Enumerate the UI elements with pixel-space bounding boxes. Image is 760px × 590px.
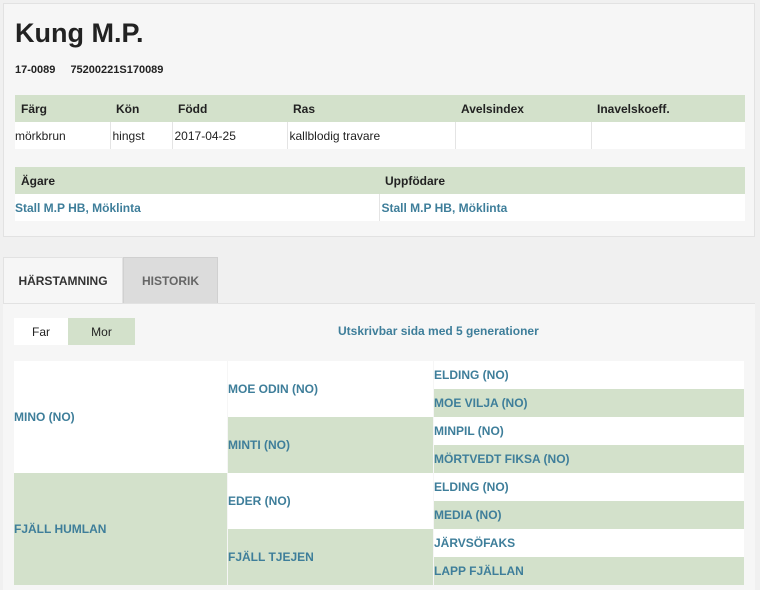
pedigree-dam-dam[interactable]: FJÄLL TJEJEN [228,529,433,585]
value-kon: hingst [110,122,173,149]
header-fodd: Född [172,95,287,122]
value-ras: kallblodig travare [287,122,456,149]
owner-table: Ägare Uppfödare Stall M.P HB, Möklinta S… [15,167,745,221]
pedigree-dam[interactable]: FJÄLL HUMLAN [14,473,227,585]
details-table: Färg Kön Född Ras Avelsindex Inavelskoef… [15,95,745,149]
pedigree-panel: Far Mor Utskrivbar sida med 5 generation… [3,303,755,590]
pedigree-gen3-8[interactable]: LAPP FJÄLLAN [434,557,744,585]
print-page-link[interactable]: Utskrivbar sida med 5 generationer [338,324,539,338]
horse-info-card: Kung M.P. 17-0089 75200221S170089 Färg K… [3,3,755,237]
pedigree-sire-sire[interactable]: MOE ODIN (NO) [228,361,433,417]
pedigree-gen3-3[interactable]: MINPIL (NO) [434,417,744,445]
owner-link[interactable]: Stall M.P HB, Möklinta [15,194,380,221]
header-avelsindex: Avelsindex [455,95,591,122]
breeder-link[interactable]: Stall M.P HB, Möklinta [379,194,745,221]
tab-historik[interactable]: HISTORIK [123,257,218,304]
pedigree-sire[interactable]: MINO (NO) [14,361,227,473]
header-inavelskoeff: Inavelskoeff. [591,95,745,122]
header-farg: Färg [15,95,110,122]
registration-number: 17-0089 [15,64,56,76]
pedigree-gen3-5[interactable]: ELDING (NO) [434,473,744,501]
pedigree-gen3-1[interactable]: ELDING (NO) [434,361,744,389]
header-agare: Ägare [15,167,379,194]
header-kon: Kön [110,95,172,122]
header-ras: Ras [287,95,455,122]
ueln-number: 75200221S170089 [70,64,164,76]
toggle-far[interactable]: Far [14,318,68,345]
pedigree-gen3-6[interactable]: MEDIA (NO) [434,501,744,529]
pedigree-gen3-2[interactable]: MOE VILJA (NO) [434,389,744,417]
value-inavelskoeff [591,122,745,149]
value-fodd: 2017-04-25 [172,122,288,149]
pedigree-gen3-4[interactable]: MÖRTVEDT FIKSA (NO) [434,445,744,473]
pedigree-tree: MINO (NO) FJÄLL HUMLAN MOE ODIN (NO) MIN… [14,361,744,585]
tab-harstamning[interactable]: HÄRSTAMNING [3,257,123,304]
horse-name: Kung M.P. [15,18,144,48]
toggle-mor[interactable]: Mor [68,318,135,345]
pedigree-gen3-7[interactable]: JÄRVSÖFAKS [434,529,744,557]
pedigree-sire-dam[interactable]: MINTI (NO) [228,417,433,473]
value-farg: mörkbrun [15,122,111,149]
horse-identifiers: 17-0089 75200221S170089 [15,64,175,76]
pedigree-dam-sire[interactable]: EDER (NO) [228,473,433,529]
header-uppfodare: Uppfödare [379,167,745,194]
value-avelsindex [455,122,592,149]
